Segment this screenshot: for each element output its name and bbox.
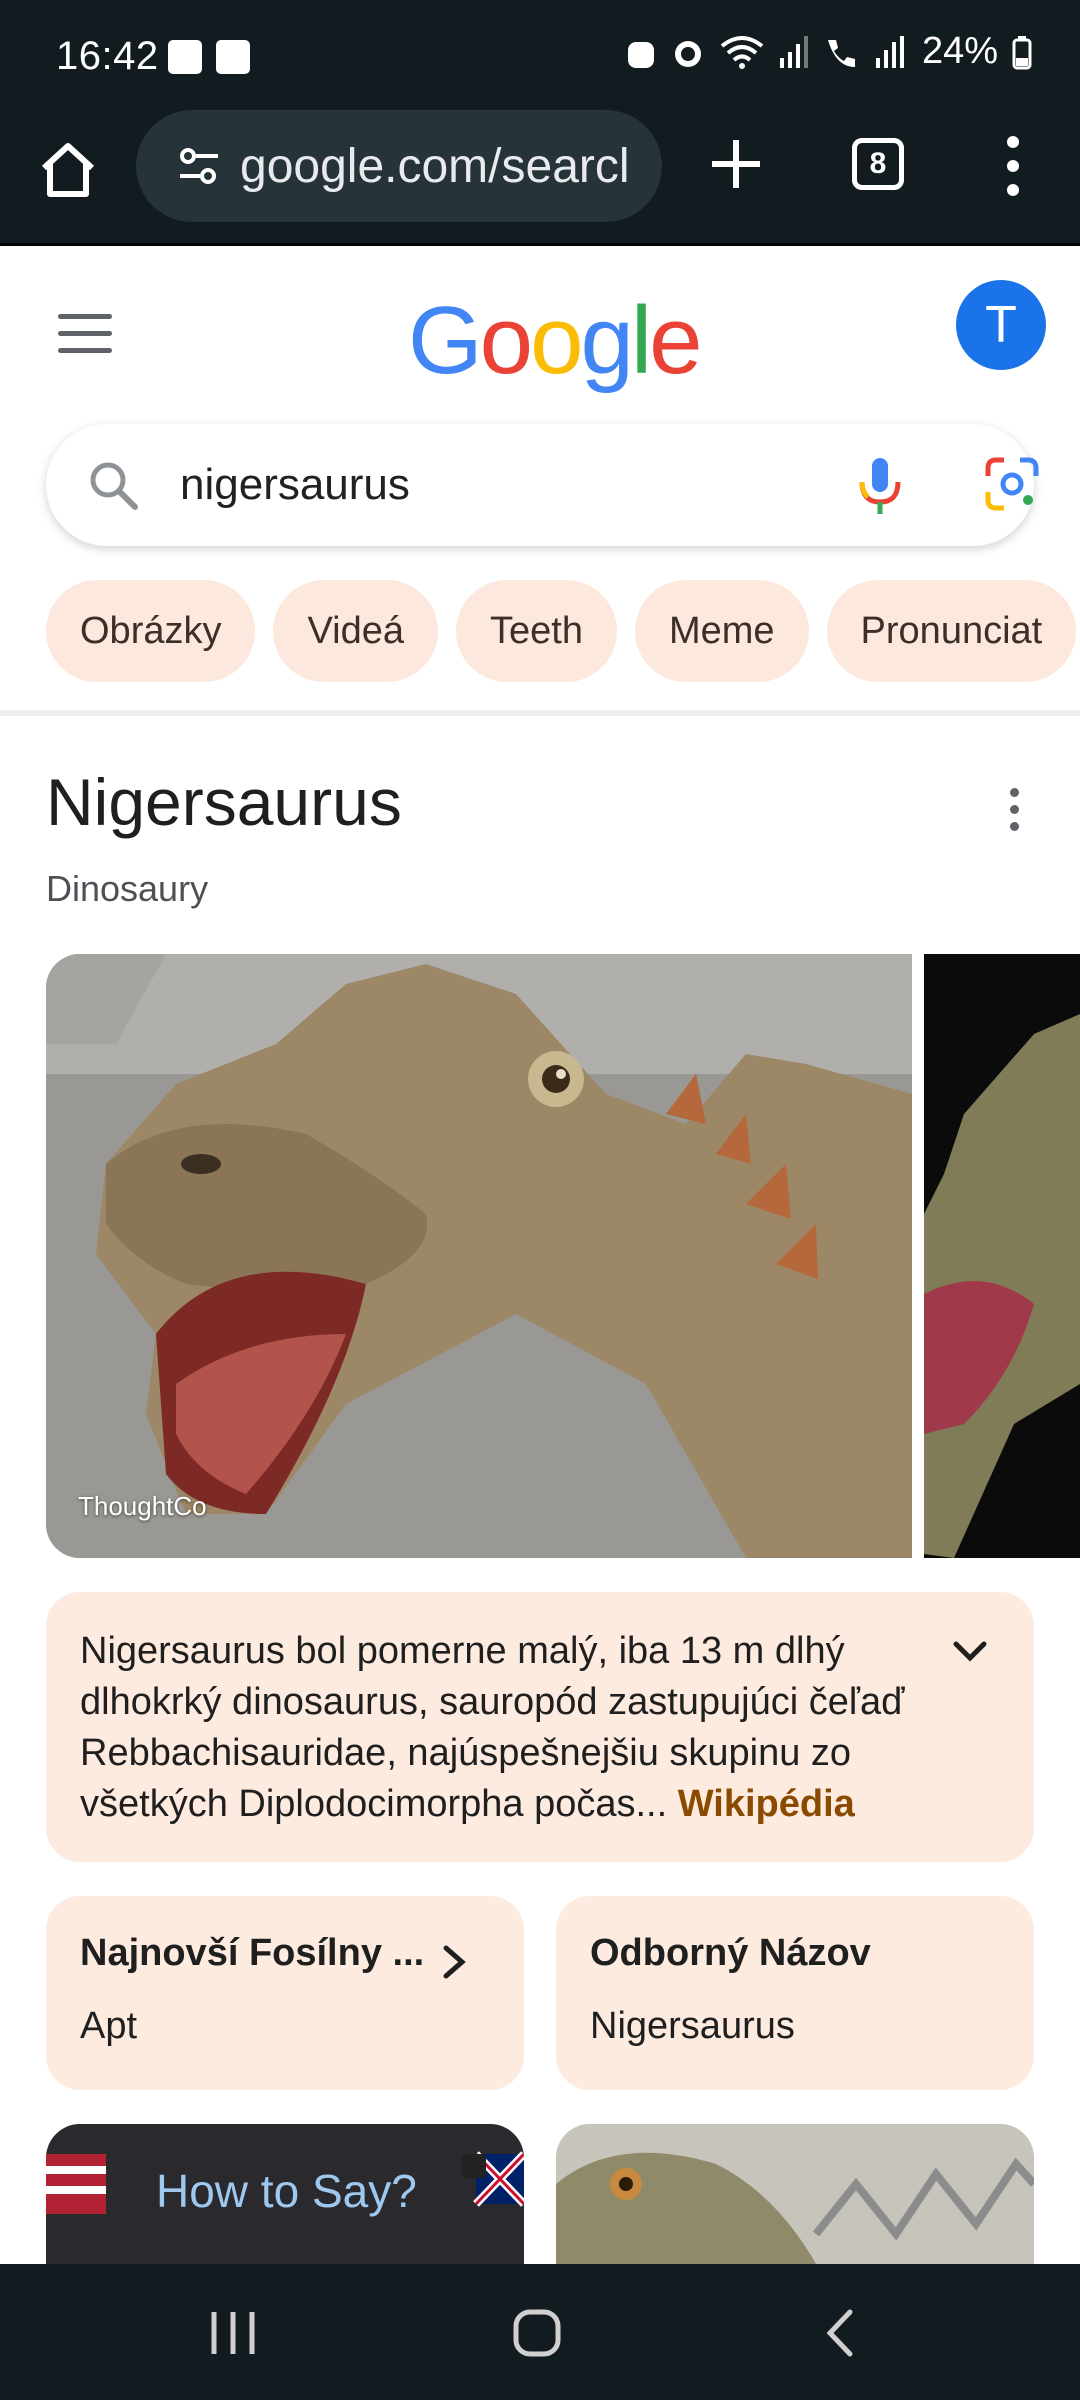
back-icon[interactable]	[822, 2308, 858, 2358]
battery-icon	[1012, 35, 1032, 69]
fact-title: Odborný Názov	[590, 1932, 871, 1974]
fact-card-fossil[interactable]: Najnovší Fosílny ... Apt	[46, 1896, 524, 2090]
chip-meme[interactable]: Meme	[634, 580, 809, 682]
google-header: Google T	[0, 246, 1080, 416]
image-thumbnail-skeleton[interactable]	[556, 2124, 1034, 2264]
video-thumbnail-pronunciation[interactable]: How to Say?	[46, 2124, 524, 2264]
chevron-right-icon	[443, 1945, 466, 1979]
tab-switcher-button[interactable]: 8	[852, 138, 904, 190]
knowledge-subtitle: Dinosaury	[46, 868, 209, 909]
logo-letter: G	[408, 287, 483, 394]
search-query[interactable]: nigersaurus	[180, 460, 410, 510]
url-text[interactable]: google.com/searcl	[240, 139, 630, 194]
thumbnail-text: How to Say?	[156, 2165, 417, 2217]
battery-percent: 24%	[921, 30, 998, 72]
description-card[interactable]: Nigersaurus bol pomerne malý, iba 13 m d…	[46, 1592, 1034, 1862]
fact-card-scientific-name[interactable]: Odborný Názov Nigersaurus	[556, 1896, 1034, 2090]
skeleton-illustration	[556, 2124, 1034, 2264]
search-filter-chips: Obrázky Videá Teeth Meme Pronunciat	[46, 580, 1077, 682]
alarm-icon	[674, 40, 701, 67]
hamburger-menu-icon[interactable]	[58, 314, 112, 354]
dinosaur-image-2[interactable]	[924, 954, 1080, 1558]
browser-toolbar: google.com/searcl 8	[0, 110, 1080, 246]
chip-pronunciation[interactable]: Pronunciat	[826, 580, 1077, 682]
lock-icon	[627, 41, 654, 68]
wikipedia-link[interactable]: Wikipédia	[678, 1783, 855, 1825]
gallery-notification-icon	[168, 40, 202, 74]
logo-letter: o	[479, 287, 533, 394]
logo-letter: o	[530, 287, 583, 394]
fact-title: Najnovší Fosílny ...	[80, 1932, 425, 1974]
chip-videos[interactable]: Videá	[273, 580, 438, 682]
dinosaur-image[interactable]: ThoughtCo	[46, 954, 912, 1558]
fact-value: Apt	[80, 2005, 138, 2047]
search-box[interactable]: nigersaurus	[46, 424, 1039, 546]
recent-apps-icon[interactable]	[208, 2310, 258, 2356]
image-credit: ThoughtCo	[78, 1491, 207, 1521]
chip-images[interactable]: Obrázky	[46, 580, 256, 682]
signal-2-icon	[875, 35, 904, 68]
account-avatar[interactable]: T	[956, 280, 1046, 370]
status-icons: 24%	[626, 30, 1032, 73]
address-bar[interactable]: google.com/searcl	[136, 110, 662, 222]
checkbox-notification-icon	[216, 40, 250, 74]
dinosaur-head-illustration	[46, 954, 912, 1558]
knowledge-title: Nigersaurus	[46, 765, 402, 839]
fact-value: Nigersaurus	[590, 2005, 795, 2047]
status-bar: 16:42 24%	[0, 0, 1080, 110]
chip-teeth[interactable]: Teeth	[456, 580, 617, 682]
google-logo[interactable]: Google	[408, 286, 703, 396]
logo-letter: l	[630, 287, 652, 394]
search-icon	[90, 462, 138, 510]
site-settings-icon[interactable]	[176, 143, 222, 189]
divider	[0, 710, 1080, 716]
home-nav-icon[interactable]	[512, 2308, 562, 2358]
wifi-call-icon	[827, 39, 855, 67]
more-options-icon[interactable]	[1006, 788, 1022, 834]
chevron-down-icon[interactable]	[950, 1632, 990, 1672]
overflow-menu-icon[interactable]	[998, 134, 1028, 198]
new-tab-icon[interactable]	[706, 134, 766, 194]
logo-letter: g	[580, 287, 633, 394]
dinosaur-illustration-2	[924, 954, 1080, 1558]
home-icon[interactable]	[36, 138, 100, 202]
voice-search-icon[interactable]	[850, 454, 910, 518]
wifi-icon	[720, 35, 764, 69]
system-nav-bar	[0, 2264, 1080, 2400]
google-lens-icon[interactable]	[982, 454, 1042, 514]
logo-letter: e	[649, 287, 702, 394]
status-time: 16:42	[56, 34, 159, 78]
signal-icon	[779, 35, 808, 68]
